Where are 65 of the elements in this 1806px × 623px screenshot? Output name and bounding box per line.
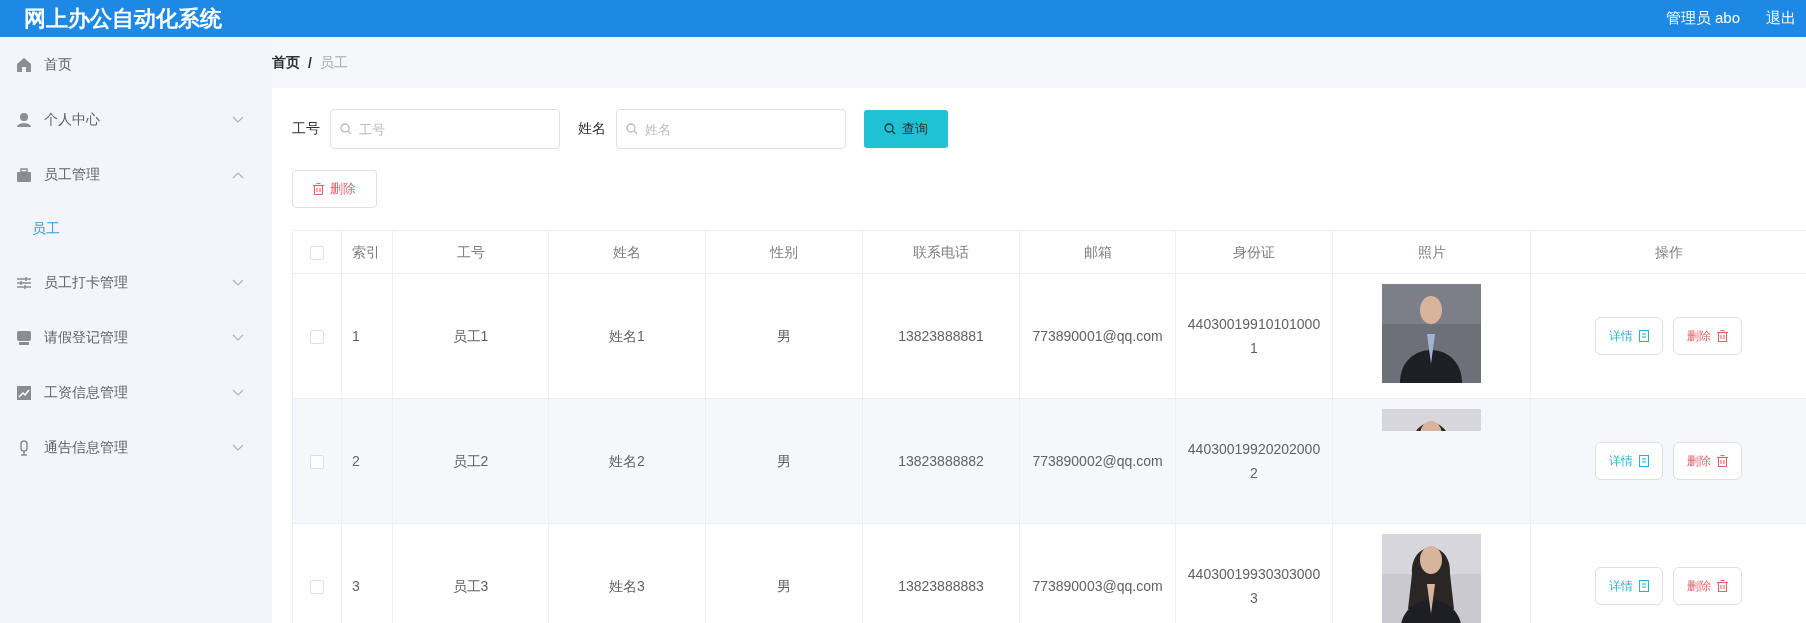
table-cell: 男 — [705, 398, 863, 524]
chart-icon — [16, 384, 32, 401]
row-checkbox[interactable] — [310, 580, 324, 595]
sliders-icon — [16, 274, 32, 291]
search-field[interactable]: 工号 — [330, 109, 560, 149]
select-all-checkbox[interactable] — [310, 246, 324, 261]
sidebar-item[interactable]: 请假登记管理 — [0, 310, 272, 365]
breadcrumb-separator: / — [308, 54, 312, 71]
sidebar-item[interactable]: 员工管理 — [0, 147, 272, 202]
column-header: 联系电话 — [862, 230, 1020, 274]
column-header: 性别 — [705, 230, 863, 274]
trash-icon — [1717, 455, 1728, 467]
table-cell: 2 — [341, 398, 393, 524]
sidebar-item[interactable]: 个人中心 — [0, 92, 272, 147]
table-cell: 440300199202020002 — [1175, 398, 1333, 524]
table-cell: 姓名1 — [548, 273, 706, 399]
column-header: 操作 — [1530, 230, 1806, 274]
column-header: 身份证 — [1175, 230, 1333, 274]
logout-link[interactable]: 退出 — [1766, 9, 1796, 28]
table-cell: 773890001@qq.com — [1019, 273, 1176, 399]
trash-icon — [1717, 580, 1728, 592]
sidebar-item[interactable]: 员工打卡管理 — [0, 255, 272, 310]
document-icon — [1639, 330, 1649, 342]
briefcase-icon — [16, 166, 32, 183]
column-header: 索引 — [341, 230, 393, 274]
search-icon — [884, 123, 896, 135]
column-header: 照片 — [1332, 230, 1531, 274]
delete-button[interactable]: 删除 — [1673, 442, 1742, 480]
column-header: 工号 — [392, 230, 549, 274]
row-checkbox[interactable] — [310, 330, 324, 345]
table-cell: 13823888881 — [862, 273, 1020, 399]
table-cell: 男 — [705, 273, 863, 399]
home-icon — [16, 56, 32, 73]
printer-icon — [16, 329, 32, 346]
table-cell: 13823888882 — [862, 398, 1020, 524]
sidebar-item[interactable]: 工资信息管理 — [0, 365, 272, 420]
delete-button[interactable]: 删除 — [1673, 567, 1742, 605]
search-button[interactable]: 查询 — [864, 110, 948, 148]
row-checkbox[interactable] — [310, 455, 324, 470]
sidebar-item[interactable]: 首页 — [0, 37, 272, 92]
trash-icon — [1717, 330, 1728, 342]
search-icon — [340, 123, 352, 135]
sidebar-item[interactable]: 通告信息管理 — [0, 420, 272, 475]
breadcrumb-link[interactable]: 首页 — [272, 53, 300, 72]
field-label: 工号 — [292, 120, 320, 138]
table-cell: 员工2 — [392, 398, 549, 524]
search-icon — [626, 123, 638, 135]
delete-button[interactable]: 删除 — [1673, 317, 1742, 355]
column-header: 邮箱 — [1019, 230, 1176, 274]
table-cell: 姓名2 — [548, 398, 706, 524]
table-cell: 773890002@qq.com — [1019, 398, 1176, 524]
breadcrumb-current: 员工 — [319, 53, 348, 72]
field-label: 姓名 — [578, 120, 606, 138]
trash-icon — [313, 183, 324, 195]
app-title: 网上办公自动化系统 — [24, 4, 222, 33]
document-icon — [1639, 455, 1649, 467]
document-icon — [1639, 580, 1649, 592]
search-field[interactable]: 姓名 — [616, 109, 846, 149]
delete-button[interactable]: 删除 — [292, 170, 377, 208]
user-icon — [16, 111, 32, 128]
table-cell: 员工1 — [392, 273, 549, 399]
column-header: 姓名 — [548, 230, 706, 274]
table-cell: 1 — [341, 273, 393, 399]
table-cell: 440300199101010001 — [1175, 273, 1333, 399]
user-name: 管理员 abo — [1665, 9, 1740, 28]
